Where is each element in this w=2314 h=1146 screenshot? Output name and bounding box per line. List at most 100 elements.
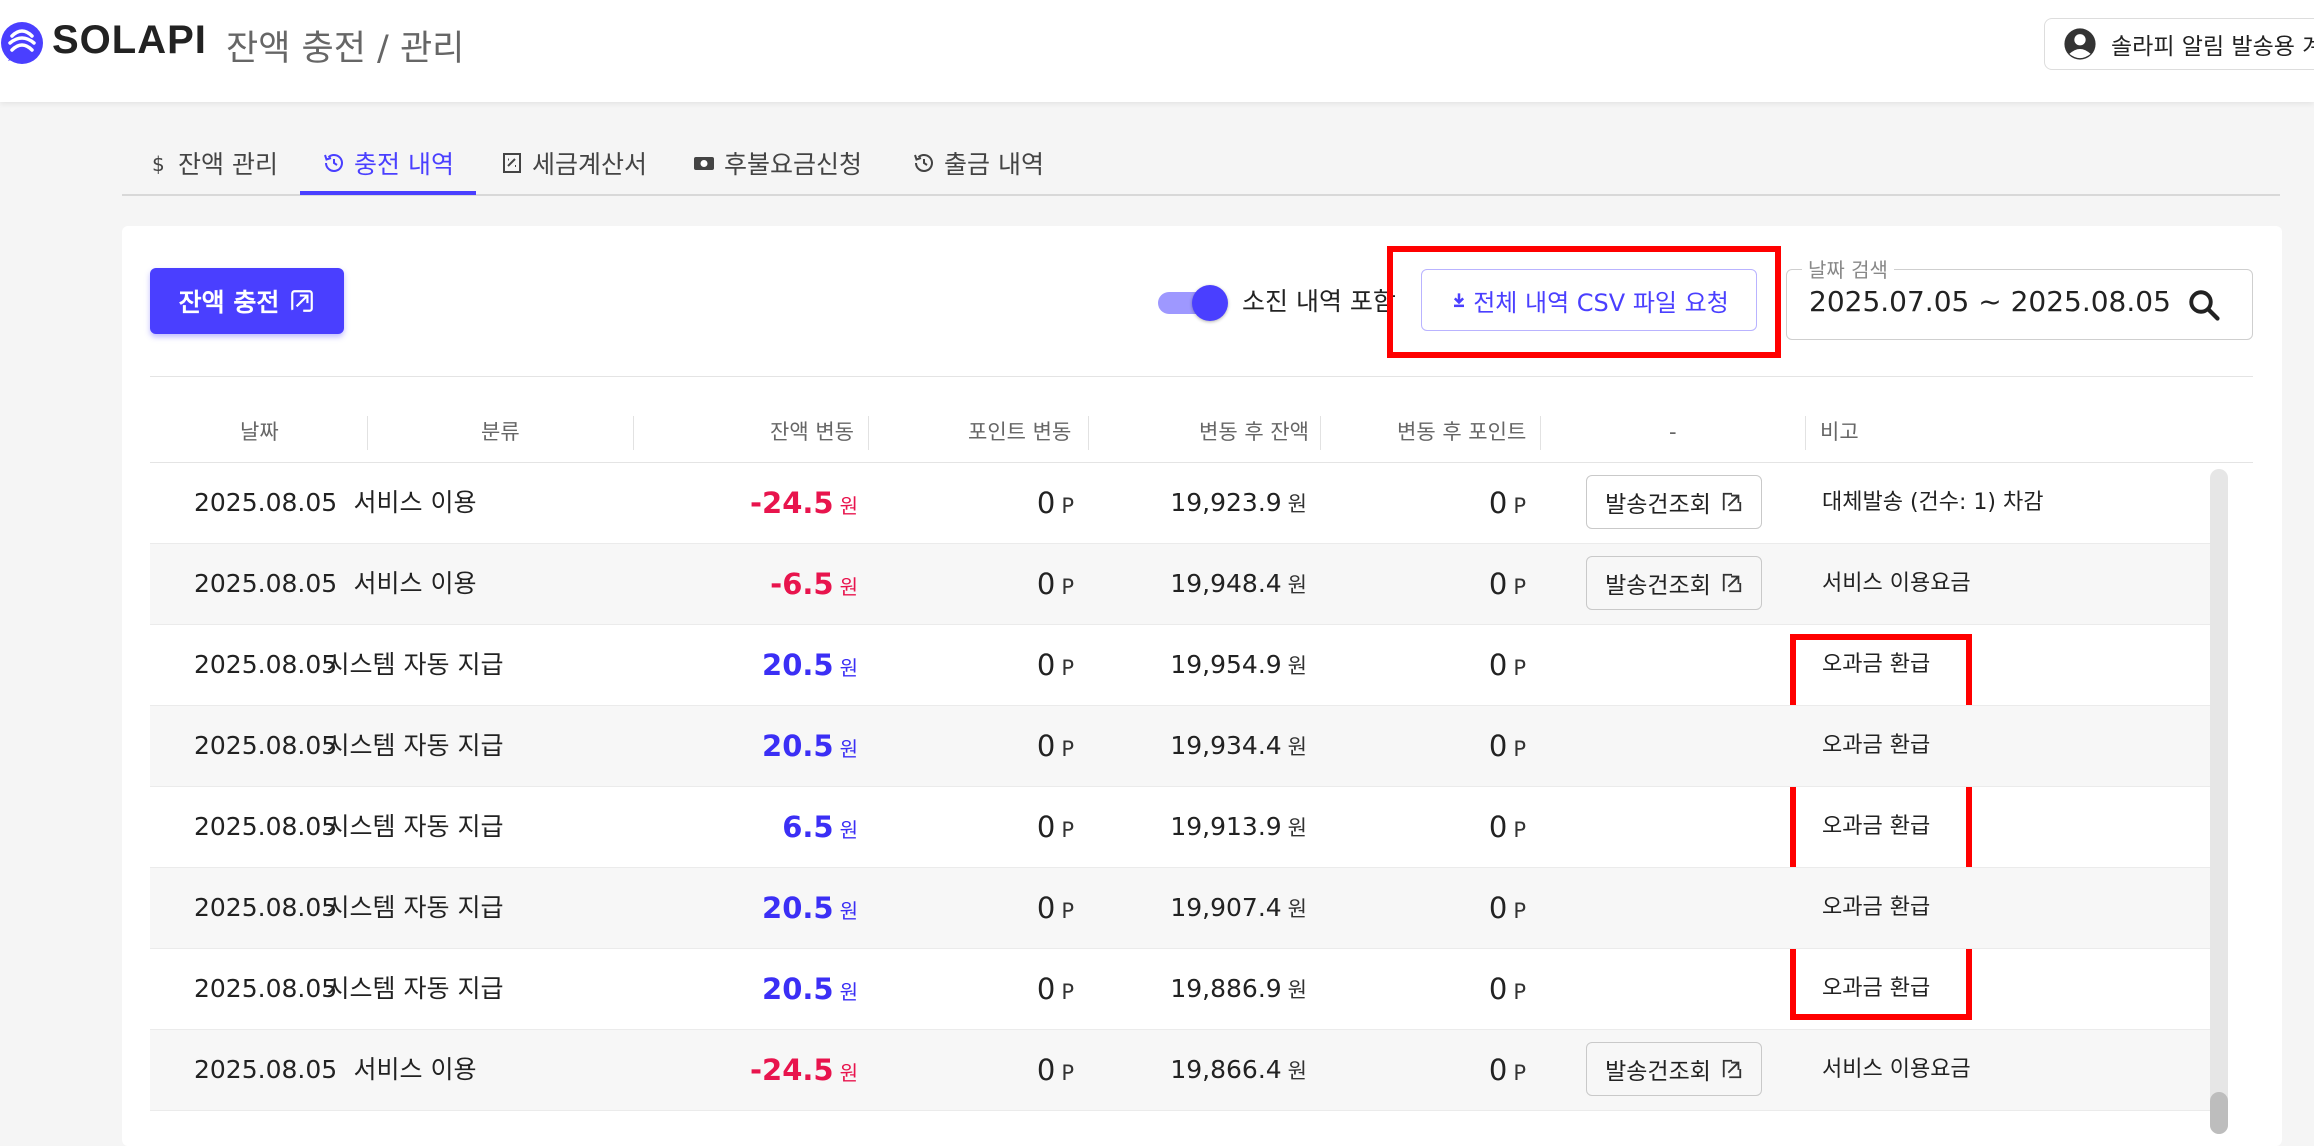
cell-amount-change: 20.5 원 xyxy=(762,949,858,1029)
cell-category-wrap: 시스템 자동 지급 xyxy=(150,625,850,705)
point-change-unit: P xyxy=(1061,737,1074,761)
cell-point-change: 0P xyxy=(1037,463,1074,543)
point-change-unit: P xyxy=(1061,656,1074,680)
cell-points-after: 0P xyxy=(1489,949,1526,1029)
cell-note: 서비스 이용요금 xyxy=(1822,1057,1971,1082)
point-change-value: 0 xyxy=(1036,567,1056,601)
balance-after-value: 19,954.9 xyxy=(1170,650,1282,679)
scrollbar-track[interactable] xyxy=(2210,469,2228,1134)
page-title: 잔액 충전 / 관리 xyxy=(226,29,465,69)
column-separator xyxy=(1088,416,1089,450)
column-header-category: 분류 xyxy=(481,420,520,444)
column-header-point-change: 포인트 변동 xyxy=(968,420,1072,444)
balance-after-unit: 원 xyxy=(1287,897,1307,921)
tab-label: 세금계산서 xyxy=(532,150,648,179)
include-used-label: 소진 내역 포함 xyxy=(1242,287,1396,316)
balance-after-unit: 원 xyxy=(1287,735,1307,759)
cell-note: 서비스 이용요금 xyxy=(1822,571,1971,596)
points-after-unit: P xyxy=(1513,980,1526,1004)
send-lookup-button[interactable]: 발송건조회 xyxy=(1586,475,1762,529)
amount-value: -24.5 xyxy=(750,1053,834,1087)
dollar-icon: $ xyxy=(152,152,165,175)
account-label: 솔라피 알림 발송용 계정 xyxy=(2111,34,2314,60)
download-icon xyxy=(1454,293,1465,308)
cell-note: 오과금 환급 xyxy=(1822,814,1931,839)
amount-unit: 원 xyxy=(839,818,858,842)
column-header-amount-change: 잔액 변동 xyxy=(770,420,854,444)
include-used-toggle[interactable] xyxy=(1158,284,1228,321)
balance-after-value: 19,866.4 xyxy=(1170,1055,1282,1084)
points-after-unit: P xyxy=(1513,494,1526,518)
points-after-unit: P xyxy=(1513,656,1526,680)
send-lookup-button[interactable]: 발송건조회 xyxy=(1586,556,1762,610)
column-separator xyxy=(1320,416,1321,450)
cell-note: 오과금 환급 xyxy=(1822,733,1931,758)
send-lookup-label: 발송건조회 xyxy=(1605,492,1711,518)
solapi-logo-icon xyxy=(1,22,43,64)
open-in-new-icon xyxy=(1722,492,1742,512)
points-after-value: 0 xyxy=(1488,486,1508,520)
tab-charge-history[interactable]: 충전 내역 xyxy=(322,132,454,194)
cell-category: 시스템 자동 지급 xyxy=(326,974,504,1003)
column-header-balance-after: 변동 후 잔액 xyxy=(1199,420,1309,444)
cell-point-change: 0P xyxy=(1037,625,1074,705)
balance-after-unit: 원 xyxy=(1287,492,1307,516)
csv-request-button[interactable]: 전체 내역 CSV 파일 요청 xyxy=(1421,269,1757,331)
cell-balance-after: 19,886.9 원 xyxy=(1170,949,1307,1029)
tab-balance-management[interactable]: $ 잔액 관리 xyxy=(146,132,278,194)
points-after-value: 0 xyxy=(1488,891,1508,925)
open-in-new-icon xyxy=(1722,573,1742,593)
column-separator xyxy=(868,416,869,450)
cell-category: 시스템 자동 지급 xyxy=(326,893,504,922)
search-icon[interactable] xyxy=(2186,287,2222,323)
point-change-unit: P xyxy=(1061,818,1074,842)
table-row: 2025.08.05 시스템 자동 지급 20.5 원 0 P 19,907.4 원 0 P 오과금… xyxy=(150,868,2210,949)
point-change-value: 0 xyxy=(1036,810,1056,844)
charge-balance-button[interactable]: 잔액 충전 xyxy=(150,268,344,334)
cell-category-wrap: 서비스 이용 xyxy=(150,463,850,543)
cell-point-change: 0P xyxy=(1037,949,1074,1029)
cell-balance-after: 19,866.4 원 xyxy=(1170,1030,1307,1110)
cell-category: 시스템 자동 지급 xyxy=(326,650,504,679)
points-after-value: 0 xyxy=(1488,972,1508,1006)
logo-text[interactable]: SOLAPI xyxy=(52,18,207,63)
column-header-date: 날짜 xyxy=(240,420,279,444)
cell-point-change: 0P xyxy=(1037,787,1074,867)
points-after-value: 0 xyxy=(1488,1053,1508,1087)
send-lookup-label: 발송건조회 xyxy=(1605,1059,1711,1085)
cell-category: 서비스 이용 xyxy=(353,1055,477,1084)
amount-unit: 원 xyxy=(839,980,858,1004)
amount-value: -24.5 xyxy=(750,486,834,520)
tab-label: 후불요금신청 xyxy=(724,150,863,179)
cell-amount-change: -24.5 원 xyxy=(750,463,858,543)
cell-points-after: 0P xyxy=(1489,706,1526,786)
tab-withdrawal-history[interactable]: 출금 내역 xyxy=(912,132,1044,194)
tab-tax-invoice[interactable]: 세금계산서 xyxy=(500,132,647,194)
receipt-icon xyxy=(503,153,521,173)
date-range-value: 2025.07.05 ~ 2025.08.05 xyxy=(1809,285,2171,318)
amount-value: 20.5 xyxy=(762,891,834,925)
cell-amount-change: -6.5 원 xyxy=(770,544,858,624)
points-after-unit: P xyxy=(1513,818,1526,842)
amount-value: 6.5 xyxy=(782,810,834,844)
column-separator xyxy=(1805,416,1806,450)
balance-after-unit: 원 xyxy=(1287,816,1307,840)
point-change-unit: P xyxy=(1061,494,1074,518)
tab-label: 충전 내역 xyxy=(354,150,454,179)
cell-amount-change: 20.5 원 xyxy=(762,625,858,705)
cell-note: 오과금 환급 xyxy=(1822,895,1931,920)
balance-after-unit: 원 xyxy=(1287,978,1307,1002)
balance-after-unit: 원 xyxy=(1287,573,1307,597)
column-header-note: 비고 xyxy=(1820,420,1859,444)
account-button[interactable]: 솔라피 알림 발송용 계정 xyxy=(2044,18,2314,70)
amount-unit: 원 xyxy=(839,575,858,599)
balance-after-value: 19,907.4 xyxy=(1170,893,1282,922)
point-change-value: 0 xyxy=(1036,1053,1056,1087)
tab-postpaid-request[interactable]: 후불요금신청 xyxy=(692,132,862,194)
point-change-unit: P xyxy=(1061,575,1074,599)
cell-point-change: 0P xyxy=(1037,706,1074,786)
column-header-action: - xyxy=(1669,420,1677,444)
scrollbar-thumb[interactable] xyxy=(2210,1092,2228,1134)
send-lookup-button[interactable]: 발송건조회 xyxy=(1586,1042,1762,1096)
amount-value: 20.5 xyxy=(762,972,834,1006)
